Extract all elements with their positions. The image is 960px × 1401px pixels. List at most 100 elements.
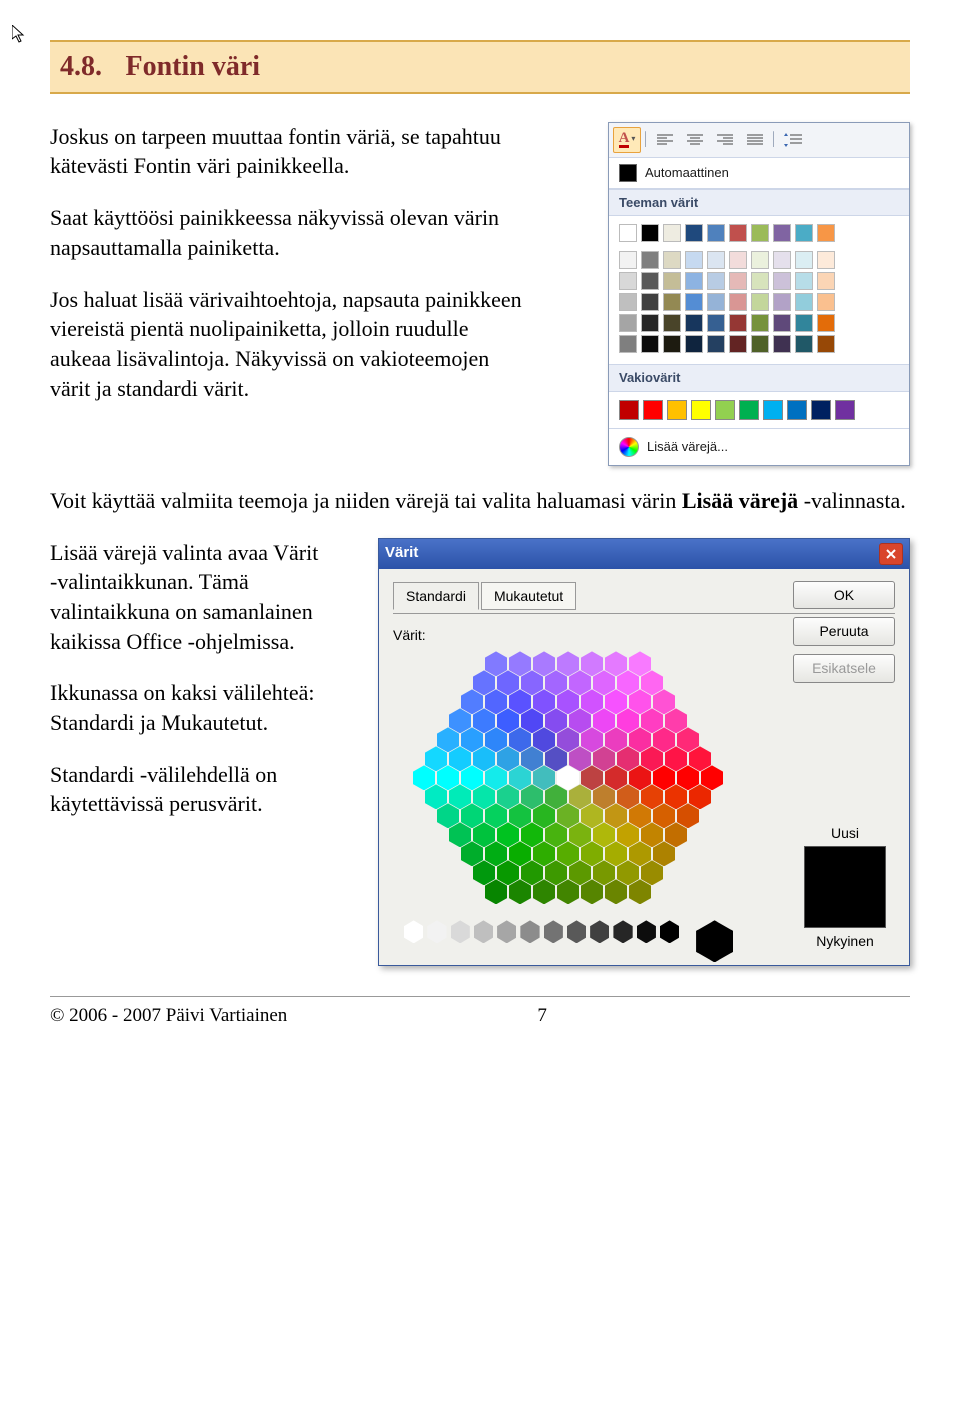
automatic-color-item[interactable]: Automaattinen (609, 158, 909, 189)
tab-custom[interactable]: Mukautetut (481, 582, 576, 611)
color-swatch[interactable] (707, 314, 725, 332)
color-swatch[interactable] (707, 251, 725, 269)
align-center-button[interactable] (681, 127, 709, 153)
color-swatch[interactable] (773, 272, 791, 290)
hex-gray-swatch[interactable] (613, 920, 632, 943)
color-swatch[interactable] (795, 251, 813, 269)
color-swatch[interactable] (763, 400, 783, 420)
color-swatch[interactable] (641, 272, 659, 290)
color-swatch[interactable] (641, 224, 659, 242)
color-swatch[interactable] (751, 314, 769, 332)
color-swatch[interactable] (751, 251, 769, 269)
color-swatch[interactable] (795, 224, 813, 242)
more-colors-item[interactable]: Lisää värejä... (609, 428, 909, 465)
color-swatch[interactable] (663, 272, 681, 290)
color-swatch[interactable] (663, 251, 681, 269)
hex-color-swatch[interactable] (629, 879, 651, 904)
color-swatch[interactable] (729, 251, 747, 269)
color-swatch[interactable] (751, 293, 769, 311)
color-swatch[interactable] (663, 314, 681, 332)
hex-color-swatch[interactable] (605, 879, 627, 904)
hex-color-swatch[interactable] (581, 879, 603, 904)
color-swatch[interactable] (751, 335, 769, 353)
color-swatch[interactable] (619, 251, 637, 269)
color-swatch[interactable] (773, 335, 791, 353)
hexagon-color-picker[interactable] (403, 651, 733, 951)
color-swatch[interactable] (773, 314, 791, 332)
color-swatch[interactable] (817, 293, 835, 311)
color-swatch[interactable] (707, 335, 725, 353)
color-swatch[interactable] (707, 293, 725, 311)
color-swatch[interactable] (795, 314, 813, 332)
hex-color-swatch[interactable] (485, 879, 507, 904)
color-swatch[interactable] (691, 400, 711, 420)
color-swatch[interactable] (667, 400, 687, 420)
hex-gray-swatch[interactable] (590, 920, 609, 943)
color-swatch[interactable] (619, 314, 637, 332)
tab-standard[interactable]: Standardi (393, 582, 479, 611)
color-swatch[interactable] (643, 400, 663, 420)
color-swatch[interactable] (751, 224, 769, 242)
color-swatch[interactable] (619, 272, 637, 290)
color-swatch[interactable] (817, 314, 835, 332)
color-swatch[interactable] (707, 272, 725, 290)
preview-button[interactable]: Esikatsele (793, 654, 895, 683)
align-right-button[interactable] (711, 127, 739, 153)
color-swatch[interactable] (685, 224, 703, 242)
color-swatch[interactable] (811, 400, 831, 420)
hex-gray-swatch[interactable] (544, 920, 563, 943)
color-swatch[interactable] (729, 272, 747, 290)
hex-gray-swatch[interactable] (637, 920, 656, 943)
color-swatch[interactable] (715, 400, 735, 420)
hex-color-swatch[interactable] (533, 879, 555, 904)
color-swatch[interactable] (795, 293, 813, 311)
hex-gray-swatch[interactable] (497, 920, 516, 943)
color-swatch[interactable] (739, 400, 759, 420)
color-swatch[interactable] (773, 251, 791, 269)
font-color-button[interactable]: A ▾ (613, 127, 641, 153)
color-swatch[interactable] (663, 224, 681, 242)
cancel-button[interactable]: Peruuta (793, 617, 895, 646)
hex-gray-swatch[interactable] (660, 920, 679, 943)
color-swatch[interactable] (795, 335, 813, 353)
color-swatch[interactable] (751, 272, 769, 290)
color-swatch[interactable] (729, 335, 747, 353)
color-swatch[interactable] (663, 335, 681, 353)
line-spacing-button[interactable] (779, 127, 807, 153)
close-button[interactable] (879, 543, 903, 565)
color-swatch[interactable] (641, 293, 659, 311)
color-swatch[interactable] (729, 314, 747, 332)
chevron-down-icon[interactable]: ▾ (631, 134, 635, 145)
color-swatch[interactable] (619, 400, 639, 420)
color-swatch[interactable] (619, 293, 637, 311)
color-swatch[interactable] (817, 224, 835, 242)
color-swatch[interactable] (795, 272, 813, 290)
color-swatch[interactable] (729, 293, 747, 311)
hex-color-swatch[interactable] (557, 879, 579, 904)
color-swatch[interactable] (817, 251, 835, 269)
hex-gray-swatch[interactable] (451, 920, 470, 943)
hex-gray-swatch[interactable] (404, 920, 423, 943)
color-swatch[interactable] (641, 314, 659, 332)
hex-gray-swatch[interactable] (520, 920, 539, 943)
color-swatch[interactable] (663, 293, 681, 311)
color-swatch[interactable] (773, 224, 791, 242)
color-swatch[interactable] (787, 400, 807, 420)
hex-color-swatch[interactable] (509, 879, 531, 904)
color-swatch[interactable] (619, 224, 637, 242)
color-swatch[interactable] (685, 335, 703, 353)
align-left-button[interactable] (651, 127, 679, 153)
color-swatch[interactable] (729, 224, 747, 242)
color-swatch[interactable] (685, 314, 703, 332)
color-swatch[interactable] (641, 251, 659, 269)
ok-button[interactable]: OK (793, 581, 895, 610)
hex-gray-swatch[interactable] (567, 920, 586, 943)
color-swatch[interactable] (707, 224, 725, 242)
color-swatch[interactable] (817, 335, 835, 353)
selected-hex[interactable] (696, 920, 733, 962)
color-swatch[interactable] (619, 335, 637, 353)
color-swatch[interactable] (641, 335, 659, 353)
color-swatch[interactable] (817, 272, 835, 290)
hex-gray-swatch[interactable] (427, 920, 446, 943)
color-swatch[interactable] (773, 293, 791, 311)
